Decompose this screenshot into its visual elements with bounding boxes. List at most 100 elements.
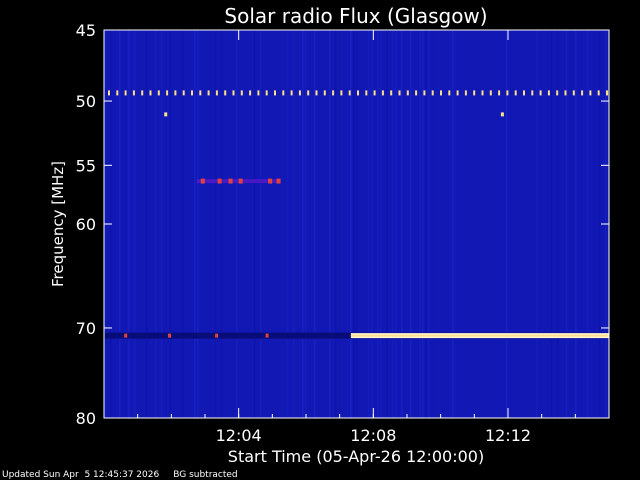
x-axis-label: Start Time (05-Apr-26 12:00:00) — [228, 447, 484, 466]
noise-stripe — [371, 30, 373, 418]
heatmap-area — [104, 30, 609, 418]
noise-stripe — [392, 30, 394, 418]
noise-stripe — [179, 30, 181, 418]
burst-spot — [268, 178, 273, 184]
periodic-spike — [523, 90, 525, 96]
periodic-spike — [547, 90, 550, 96]
periodic-spike — [141, 90, 144, 96]
noise-stripe — [350, 30, 352, 418]
noise-stripe — [155, 30, 157, 418]
y-tick-label: 80 — [76, 409, 96, 428]
periodic-spike — [274, 90, 276, 96]
noise-stripe — [368, 30, 370, 418]
y-axis-label: Frequency [MHz] — [49, 161, 67, 287]
noise-stripe — [128, 30, 130, 418]
periodic-spike — [589, 90, 592, 96]
periodic-spike — [174, 90, 177, 96]
x-tick-label: 12:08 — [350, 426, 396, 445]
noise-stripe — [338, 30, 340, 418]
periodic-spike — [448, 90, 451, 96]
noise-stripe — [161, 30, 163, 418]
noise-stripe — [119, 30, 121, 418]
noise-stripe — [389, 30, 391, 418]
noise-stripe — [377, 30, 379, 418]
periodic-spike — [215, 90, 218, 96]
burst-spot — [217, 178, 222, 184]
periodic-spike — [157, 90, 160, 96]
periodic-spike — [489, 90, 492, 96]
periodic-spike — [531, 90, 534, 96]
noise-stripe — [419, 30, 421, 418]
noise-stripe — [557, 30, 559, 418]
periodic-spike — [240, 90, 243, 96]
noise-stripe — [254, 30, 256, 418]
periodic-spike — [464, 90, 467, 96]
periodic-spike — [498, 90, 501, 96]
spectrogram-chart: Solar radio Flux (Glasgow) Frequency [MH… — [49, 4, 610, 466]
periodic-spike — [323, 90, 326, 96]
periodic-spike — [481, 90, 484, 96]
noise-stripe — [329, 30, 331, 418]
periodic-spike — [348, 90, 351, 96]
noise-stripe — [401, 30, 403, 418]
footer: Updated Sun Apr 5 12:45:37 2026 BG subtra… — [2, 470, 252, 480]
periodic-spike — [365, 90, 368, 96]
periodic-spike — [572, 90, 575, 96]
periodic-spike — [182, 90, 185, 96]
noise-stripe — [566, 30, 568, 418]
periodic-spike — [249, 90, 252, 96]
noise-stripe — [431, 30, 433, 418]
periodic-spike — [232, 90, 235, 96]
periodic-spike — [514, 90, 517, 96]
periodic-spike — [440, 90, 442, 96]
background-note: BG subtracted — [173, 470, 238, 480]
noise-stripe — [452, 30, 454, 418]
periodic-spike — [224, 90, 227, 96]
noise-stripe — [548, 30, 550, 418]
noise-stripe — [536, 30, 538, 418]
periodic-spike — [398, 90, 401, 96]
noise-stripe — [314, 30, 316, 418]
isolated-spike — [500, 112, 504, 117]
noise-stripe — [302, 30, 304, 418]
noise-stripe — [428, 30, 430, 418]
noise-stripe — [569, 30, 571, 418]
noise-stripe — [572, 30, 574, 418]
periodic-spike — [282, 90, 285, 96]
noise-stripe — [236, 30, 238, 418]
periodic-spike — [415, 90, 418, 96]
y-tick-label: 55 — [76, 156, 96, 175]
noise-stripe — [386, 30, 388, 418]
periodic-spike — [265, 90, 268, 96]
noise-stripe — [137, 30, 139, 418]
noise-stripe — [182, 30, 184, 418]
periodic-spike — [298, 90, 301, 96]
periodic-spike — [116, 90, 119, 96]
periodic-spike — [406, 90, 409, 96]
interference-spot — [167, 333, 171, 338]
noise-stripe — [599, 30, 601, 418]
burst-spot — [200, 178, 205, 184]
periodic-spike — [132, 90, 135, 96]
x-tick-label: 12:04 — [216, 426, 262, 445]
periodic-spike — [166, 90, 169, 96]
interference-core — [350, 334, 609, 337]
noise-stripe — [293, 30, 295, 418]
noise-stripe — [422, 30, 424, 418]
periodic-spike — [381, 90, 384, 96]
periodic-spike — [423, 90, 426, 96]
noise-stripe — [221, 30, 223, 418]
burst-spot — [276, 178, 281, 184]
noise-stripe — [305, 30, 307, 418]
y-tick-label: 45 — [76, 21, 96, 40]
noise-stripe — [260, 30, 262, 418]
noise-stripe — [215, 30, 217, 418]
periodic-spike — [606, 90, 608, 96]
noise-stripe — [287, 30, 289, 418]
periodic-spike — [290, 90, 293, 96]
noise-stripe — [587, 30, 589, 418]
periodic-spike — [597, 90, 600, 96]
periodic-spike — [191, 90, 193, 96]
periodic-spike — [257, 90, 260, 96]
noise-stripe — [146, 30, 148, 418]
